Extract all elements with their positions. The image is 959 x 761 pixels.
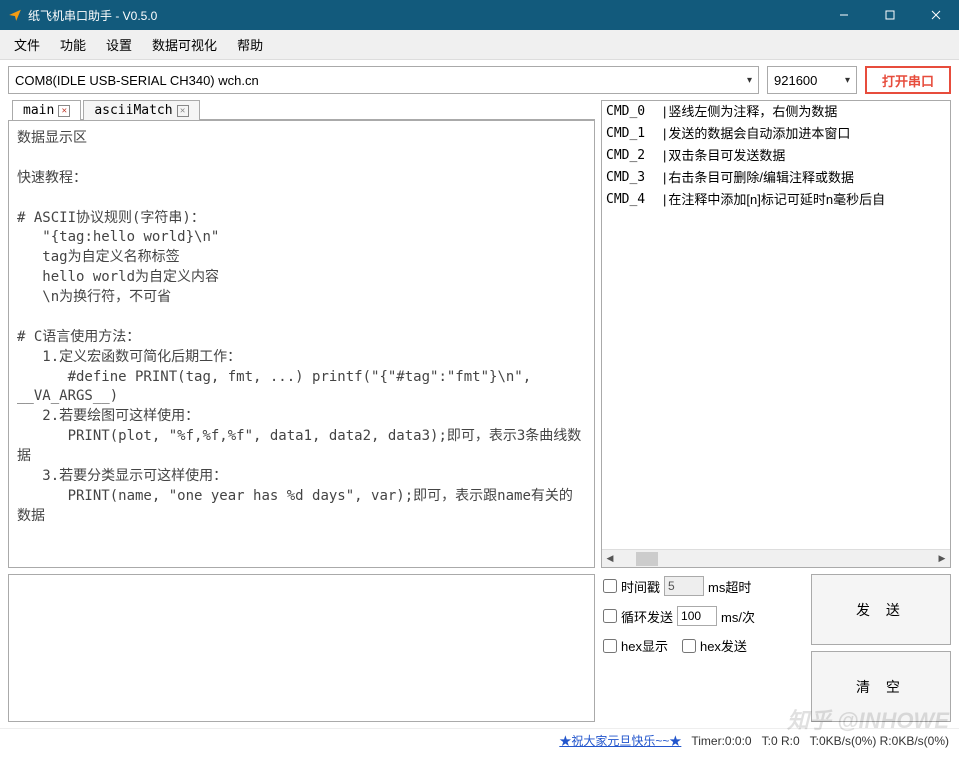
cmd-row[interactable]: CMD_3|右击条目可删除/编辑注释或数据 — [602, 167, 950, 189]
baud-select[interactable]: 921600 ▾ — [767, 66, 857, 94]
timestamp-unit: ms超时 — [708, 577, 751, 596]
clear-button[interactable]: 清 空 — [811, 651, 951, 722]
status-timer: Timer:0:0:0 — [689, 734, 753, 748]
cmd-text: 右击条目可删除/编辑注释或数据 — [668, 167, 854, 189]
tabs: main ✕ asciiMatch ✕ — [12, 100, 595, 120]
title-bar: 纸飞机串口助手 - V0.5.0 — [0, 0, 959, 30]
loop-unit: ms/次 — [721, 607, 755, 626]
left-pane: main ✕ asciiMatch ✕ 数据显示区 快速教程： # ASCII协… — [8, 100, 595, 568]
cmd-list[interactable]: CMD_0|竖线左侧为注释，右侧为数据 CMD_1|发送的数据会自动添加进本窗口… — [602, 101, 950, 549]
tab-main[interactable]: main ✕ — [12, 100, 81, 120]
scroll-right-icon[interactable]: ▶ — [934, 553, 950, 564]
minimize-button[interactable] — [821, 0, 867, 30]
menu-help[interactable]: 帮助 — [227, 31, 273, 58]
controls: 时间戳 ms超时 循环发送 ms/次 hex显示 hex发送 发 送 清 空 — [601, 574, 951, 722]
loop-label: 循环发送 — [621, 607, 673, 626]
close-icon[interactable]: ✕ — [58, 105, 70, 117]
menu-func[interactable]: 功能 — [50, 31, 96, 58]
scroll-thumb[interactable] — [636, 552, 658, 566]
baud-value: 921600 — [774, 73, 817, 88]
close-icon[interactable]: ✕ — [177, 105, 189, 117]
cmd-row[interactable]: CMD_4|在注释中添加[n]标记可延时n毫秒后自 — [602, 189, 950, 211]
maximize-button[interactable] — [867, 0, 913, 30]
close-button[interactable] — [913, 0, 959, 30]
timestamp-input[interactable] — [664, 576, 704, 596]
horizontal-scrollbar[interactable]: ◀ ▶ — [602, 549, 950, 567]
cmd-text: 竖线左侧为注释，右侧为数据 — [668, 101, 837, 123]
menu-bar: 文件 功能 设置 数据可视化 帮助 — [0, 30, 959, 60]
cmd-row[interactable]: CMD_1|发送的数据会自动添加进本窗口 — [602, 123, 950, 145]
status-tr: T:0 R:0 — [760, 734, 802, 748]
loop-checkbox[interactable] — [603, 609, 617, 623]
send-button[interactable]: 发 送 — [811, 574, 951, 645]
send-input[interactable] — [8, 574, 595, 722]
timestamp-label: 时间戳 — [621, 577, 660, 596]
status-greeting[interactable]: ★祝大家元旦快乐~~★ — [557, 732, 683, 749]
menu-datavis[interactable]: 数据可视化 — [142, 31, 227, 58]
toolbar: COM8(IDLE USB-SERIAL CH340) wch.cn ▾ 921… — [0, 60, 959, 100]
open-port-button[interactable]: 打开串口 — [865, 66, 951, 94]
loop-input[interactable] — [677, 606, 717, 626]
hex-send-label: hex发送 — [700, 636, 747, 655]
hex-display-checkbox[interactable] — [603, 639, 617, 653]
tab-main-label: main — [23, 103, 54, 118]
chevron-down-icon: ▾ — [747, 75, 752, 86]
status-kb: T:0KB/s(0%) R:0KB/s(0%) — [808, 734, 951, 748]
cmd-row[interactable]: CMD_0|竖线左侧为注释，右侧为数据 — [602, 101, 950, 123]
cmd-row[interactable]: CMD_2|双击条目可发送数据 — [602, 145, 950, 167]
port-value: COM8(IDLE USB-SERIAL CH340) wch.cn — [15, 73, 259, 88]
chevron-down-icon: ▾ — [845, 75, 850, 86]
port-select[interactable]: COM8(IDLE USB-SERIAL CH340) wch.cn ▾ — [8, 66, 759, 94]
tab-ascii-label: asciiMatch — [94, 103, 172, 118]
display-textarea[interactable]: 数据显示区 快速教程： # ASCII协议规则(字符串)： "{tag:hell… — [8, 120, 595, 568]
app-icon — [8, 8, 22, 22]
timestamp-checkbox[interactable] — [603, 579, 617, 593]
cmd-text: 双击条目可发送数据 — [668, 145, 785, 167]
tab-asciimatch[interactable]: asciiMatch ✕ — [83, 100, 199, 120]
scroll-left-icon[interactable]: ◀ — [602, 553, 618, 564]
menu-file[interactable]: 文件 — [4, 31, 50, 58]
window-title: 纸飞机串口助手 - V0.5.0 — [28, 7, 821, 24]
hex-display-label: hex显示 — [621, 636, 668, 655]
cmd-list-pane: CMD_0|竖线左侧为注释，右侧为数据 CMD_1|发送的数据会自动添加进本窗口… — [601, 100, 951, 568]
menu-settings[interactable]: 设置 — [96, 31, 142, 58]
cmd-text: 在注释中添加[n]标记可延时n毫秒后自 — [668, 189, 885, 211]
cmd-text: 发送的数据会自动添加进本窗口 — [668, 123, 850, 145]
status-bar: ★祝大家元旦快乐~~★ Timer:0:0:0 T:0 R:0 T:0KB/s(… — [0, 728, 959, 752]
hex-send-checkbox[interactable] — [682, 639, 696, 653]
